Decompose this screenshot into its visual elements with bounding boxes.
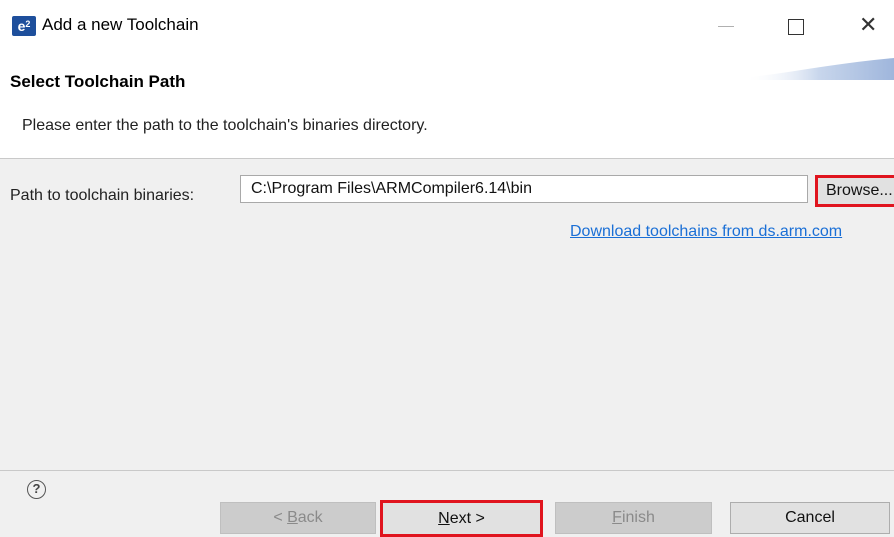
help-icon[interactable]: ?: [27, 480, 46, 499]
header-banner-graphic: [744, 58, 894, 80]
wizard-header: Select Toolchain Path Please enter the p…: [0, 52, 894, 158]
cancel-button[interactable]: Cancel: [730, 502, 890, 534]
finish-label-rest: inish: [621, 509, 655, 526]
wizard-footer: ? < Back Next > Finish Cancel: [0, 471, 894, 537]
wizard-content: Path to toolchain binaries: Browse... Do…: [0, 159, 894, 470]
browse-button[interactable]: Browse...: [815, 175, 894, 207]
download-toolchains-link[interactable]: Download toolchains from ds.arm.com: [570, 223, 842, 241]
next-button[interactable]: Next >: [380, 500, 543, 537]
page-description: Please enter the path to the toolchain's…: [22, 117, 428, 134]
maximize-button[interactable]: [775, 8, 821, 44]
app-icon-superscript: 2: [25, 19, 31, 29]
back-label-rest: ack: [297, 509, 323, 526]
minimize-icon: [718, 26, 734, 27]
toolchain-path-label: Path to toolchain binaries:: [10, 187, 195, 204]
title-bar: e2 Add a new Toolchain ✕: [0, 0, 894, 52]
close-icon: ✕: [859, 12, 878, 37]
back-prefix: <: [273, 509, 288, 526]
toolchain-path-input[interactable]: [240, 175, 808, 203]
minimize-button[interactable]: [706, 8, 752, 44]
next-label-rest: ext >: [449, 510, 485, 527]
finish-button[interactable]: Finish: [555, 502, 712, 534]
next-mnemonic: N: [438, 510, 450, 527]
finish-mnemonic: F: [612, 509, 622, 526]
maximize-icon: [788, 19, 804, 35]
add-toolchain-dialog: e2 Add a new Toolchain ✕ Select Toolchai…: [0, 0, 894, 537]
back-button[interactable]: < Back: [220, 502, 376, 534]
back-mnemonic: B: [287, 509, 298, 526]
e2-studio-app-icon: e2: [12, 16, 36, 36]
window-title: Add a new Toolchain: [42, 15, 199, 34]
close-button[interactable]: ✕: [845, 8, 891, 44]
page-title: Select Toolchain Path: [10, 72, 186, 91]
